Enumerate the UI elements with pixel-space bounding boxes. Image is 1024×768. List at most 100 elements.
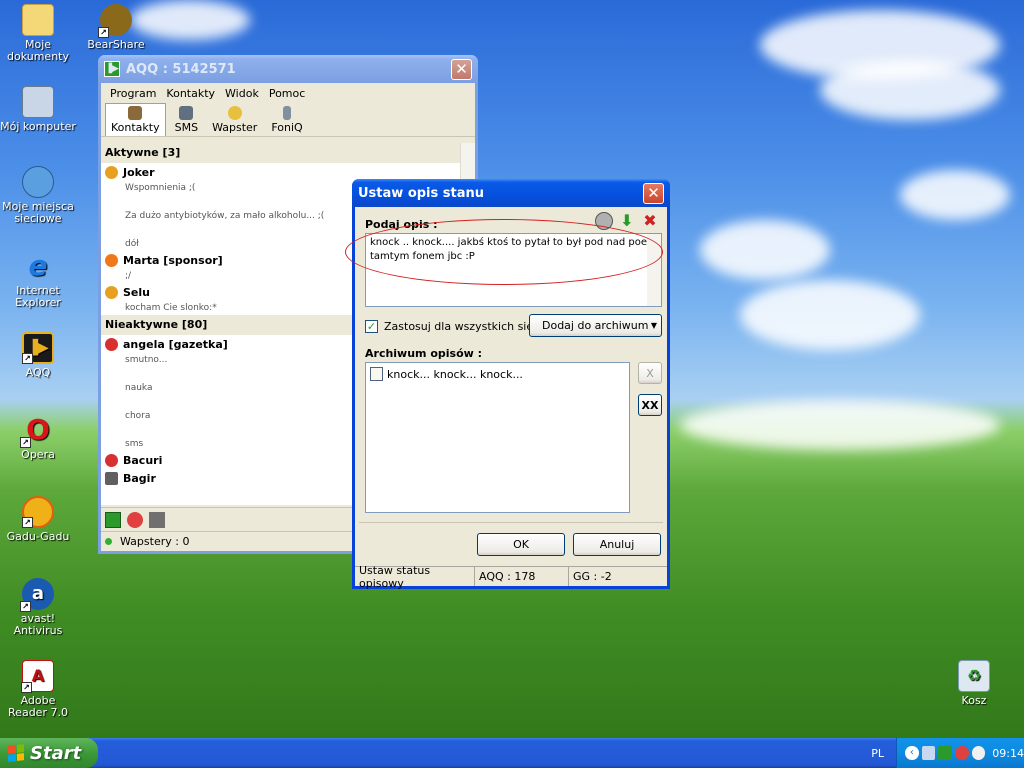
bearshare-icon: ↗ xyxy=(98,4,132,38)
aqq-status-icon[interactable] xyxy=(105,511,121,528)
desktop-icon-label: Adobe Reader 7.0 xyxy=(8,694,68,719)
status-aqq: AQQ : 178 xyxy=(475,567,569,586)
system-tray: ‹ 09:14 xyxy=(896,738,1024,768)
wapster-icon xyxy=(227,106,242,120)
add-to-archive-button[interactable]: Dodaj do archiwum ▼ xyxy=(529,314,662,337)
status-gg: GG : -2 xyxy=(573,570,612,583)
annotation-ellipse xyxy=(345,219,663,285)
desktop-icon-label: AQQ xyxy=(25,366,51,379)
sms-status-icon[interactable] xyxy=(149,511,165,528)
delete-archive-item-button[interactable]: X xyxy=(638,362,662,384)
contact-name: Bacuri xyxy=(123,453,163,467)
start-label: Start xyxy=(30,742,82,764)
desktop-icon-aqq[interactable]: ▐▶ ↗ AQQ xyxy=(0,332,76,379)
contacts-icon xyxy=(128,106,143,120)
contact-name: Selu xyxy=(123,285,150,299)
desktop-icon-opera[interactable]: O ↗ Opera xyxy=(0,414,76,461)
desktop-icon-gadu-gadu[interactable]: ↗ Gadu-Gadu xyxy=(0,496,76,543)
avast-icon: a ↗ xyxy=(20,578,54,612)
tab-sms[interactable]: SMS xyxy=(170,104,203,136)
add-to-archive-label: Dodaj do archiwum xyxy=(542,319,649,332)
archive-item[interactable]: knock... knock... knock... xyxy=(366,363,629,385)
tab-label: Kontakty xyxy=(111,121,160,134)
desktop-icon-moje-miejsca-sieciowe[interactable]: Moje miejsca sieciowe xyxy=(0,166,76,225)
desktop-icon-moj-komputer[interactable]: Mój komputer xyxy=(0,86,76,133)
aqq-window-title: AQQ : 5142571 xyxy=(126,61,236,77)
ok-label: OK xyxy=(513,538,529,551)
taskbar: Start PL ‹ 09:14 xyxy=(0,738,1024,768)
delete-all-archive-button[interactable]: XX xyxy=(638,394,662,416)
menu-widok[interactable]: Widok xyxy=(220,87,264,100)
desktop-icon-label: Mój komputer xyxy=(0,120,76,133)
ok-button[interactable]: OK xyxy=(477,533,565,556)
network-icon xyxy=(22,166,54,198)
contact-name: Marta [sponsor] xyxy=(123,253,223,267)
status-available-icon xyxy=(105,165,118,179)
aqq-menubar: Program Kontakty Widok Pomoc xyxy=(101,83,475,103)
desktop-icon-label: Gadu-Gadu xyxy=(6,530,70,543)
tab-label: FoniQ xyxy=(271,121,303,134)
desktop-icon-label: avast! Antivirus xyxy=(13,612,63,637)
status-available-icon xyxy=(105,253,118,267)
archive-label: Archiwum opisów : xyxy=(365,347,483,360)
clock[interactable]: 09:14 xyxy=(992,747,1024,760)
archive-item-text: knock... knock... knock... xyxy=(387,367,523,381)
tray-aqq-icon[interactable] xyxy=(938,746,952,760)
contact-name: angela [gazetka] xyxy=(123,337,228,351)
tab-label: SMS xyxy=(174,121,199,134)
menu-pomoc[interactable]: Pomoc xyxy=(264,87,310,100)
archive-list[interactable]: knock... knock... knock... xyxy=(365,362,630,513)
menu-kontakty[interactable]: Kontakty xyxy=(161,87,220,100)
group-header-active[interactable]: Aktywne [3] xyxy=(101,143,475,163)
desktop-icon-label: Moje miejsca sieciowe xyxy=(2,200,74,225)
internet-explorer-icon: e xyxy=(28,249,48,282)
aqq-logo-icon: ▐▶ xyxy=(104,61,120,77)
dialog-title: Ustaw opis stanu xyxy=(358,185,485,201)
gadu-gadu-icon: ↗ xyxy=(22,496,54,528)
computer-icon xyxy=(22,86,54,118)
gadu-status-icon[interactable] xyxy=(127,511,143,528)
delete-all-label: XX xyxy=(641,398,659,412)
desktop-icon-avast[interactable]: a ↗ avast! Antivirus xyxy=(0,578,76,637)
tray-expand-icon[interactable]: ‹ xyxy=(905,746,919,760)
dialog-close-button[interactable]: ✕ xyxy=(643,182,664,204)
desktop-icon-label: BearShare xyxy=(87,38,145,51)
download-arrow-icon[interactable]: ⬇ xyxy=(617,211,637,231)
wapster-status-text: Wapstery : 0 xyxy=(120,535,190,548)
windows-logo-icon xyxy=(8,744,24,762)
aqq-tabs: Kontakty SMS Wapster FoniQ xyxy=(101,103,475,137)
tray-network-icon[interactable] xyxy=(921,746,936,760)
cancel-button[interactable]: Anuluj xyxy=(573,533,661,556)
desktop-icon-label: Moje dokumenty xyxy=(7,38,69,63)
aqq-close-button[interactable]: ✕ xyxy=(451,58,472,80)
tab-label: Wapster xyxy=(212,121,258,134)
aqq-titlebar[interactable]: ▐▶ AQQ : 5142571 ✕ xyxy=(98,55,478,83)
desktop-icon-kosz[interactable]: ♻ Kosz xyxy=(936,660,1012,707)
tray-gadu-icon[interactable] xyxy=(954,746,969,760)
desktop-icon-bearshare[interactable]: ↗ BearShare xyxy=(78,4,154,51)
contact-name: Bagir xyxy=(123,471,156,485)
tab-kontakty[interactable]: Kontakty xyxy=(105,103,166,136)
tab-foniq[interactable]: FoniQ xyxy=(266,104,307,136)
checkbox-check-icon: ✓ xyxy=(365,320,378,333)
apply-all-networks-checkbox[interactable]: ✓ Zastosuj dla wszystkich sieci xyxy=(365,320,542,333)
status-available-icon xyxy=(105,285,118,299)
tab-wapster[interactable]: Wapster xyxy=(207,104,262,136)
desktop-icon-label: Opera xyxy=(21,448,55,461)
delete-one-label: X xyxy=(646,366,654,380)
language-indicator[interactable]: PL xyxy=(871,747,884,760)
desktop-icon-adobe-reader[interactable]: A ↗ Adobe Reader 7.0 xyxy=(0,660,76,719)
desktop-icon-internet-explorer[interactable]: e Internet Explorer xyxy=(0,250,76,309)
adobe-reader-icon: A ↗ xyxy=(21,660,54,693)
status-mode: Ustaw status opisowy xyxy=(355,564,475,590)
clear-x-icon[interactable]: ✖ xyxy=(640,211,660,231)
status-offline-icon xyxy=(105,453,118,467)
menu-program[interactable]: Program xyxy=(105,87,161,100)
dialog-titlebar[interactable]: Ustaw opis stanu ✕ xyxy=(352,179,670,207)
start-button[interactable]: Start xyxy=(0,738,98,768)
document-icon xyxy=(370,367,383,381)
status-description-dialog[interactable]: Ustaw opis stanu ✕ Podaj opis : ⬇ ✖ knoc… xyxy=(345,179,670,590)
desktop-icon-moje-dokumenty[interactable]: Moje dokumenty xyxy=(0,4,76,63)
desktop-icon-label: Kosz xyxy=(961,694,987,707)
tray-avast-icon[interactable] xyxy=(971,746,986,760)
